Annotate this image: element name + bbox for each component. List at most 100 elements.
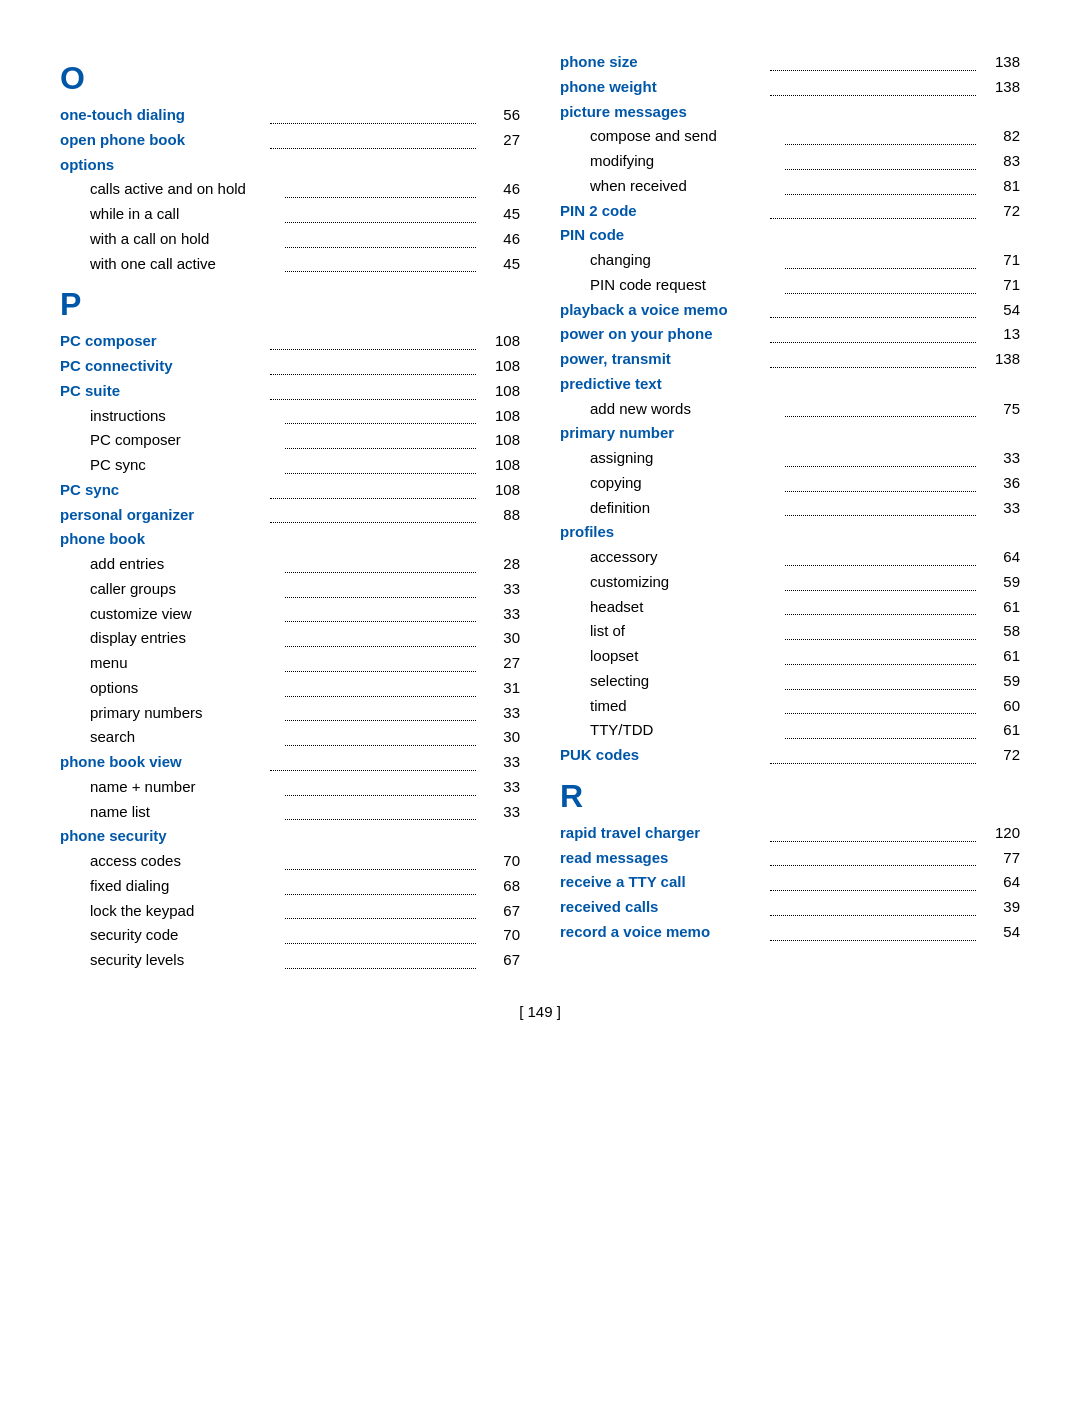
entry-page: 33 <box>480 602 520 627</box>
index-entry: accessory64 <box>560 545 1020 570</box>
index-entry: playback a voice memo54 <box>560 298 1020 323</box>
index-entry: lock the keypad67 <box>60 899 520 924</box>
entry-page: 56 <box>480 103 520 128</box>
entry-page: 72 <box>980 743 1020 768</box>
entry-label: definition <box>560 496 781 521</box>
index-entry: calls active and on hold 46 <box>60 177 520 202</box>
entry-dots <box>270 478 476 499</box>
entry-page: 46 <box>480 177 520 202</box>
index-entry: personal organizer88 <box>60 503 520 528</box>
entry-label: name list <box>60 800 281 825</box>
entry-dots <box>770 75 976 96</box>
entry-label: add entries <box>60 552 281 577</box>
entry-page: 58 <box>980 619 1020 644</box>
entry-dots <box>270 503 476 524</box>
entry-label: PIN code request <box>560 273 781 298</box>
entry-page: 71 <box>980 248 1020 273</box>
entry-label: PC connectivity <box>60 354 266 379</box>
index-entry: security code70 <box>60 923 520 948</box>
entry-label: security levels <box>60 948 281 973</box>
entry-label: PC sync <box>60 478 266 503</box>
entry-label: calls active and on hold <box>60 177 281 202</box>
index-entry: search30 <box>60 725 520 750</box>
entry-label: with one call active <box>60 252 281 277</box>
entry-dots <box>285 252 476 273</box>
entry-dots <box>770 347 976 368</box>
left-column: Oone-touch dialing56open phone book27opt… <box>60 50 520 973</box>
index-entry: receive a TTY call64 <box>560 870 1020 895</box>
index-entry: with one call active45 <box>60 252 520 277</box>
entry-dots <box>785 595 976 616</box>
index-entry: instructions108 <box>60 404 520 429</box>
index-entry: PIN 2 code72 <box>560 199 1020 224</box>
index-entry: selecting59 <box>560 669 1020 694</box>
entry-label: customize view <box>60 602 281 627</box>
entry-dots <box>270 329 476 350</box>
entry-dots <box>285 577 476 598</box>
entry-page: 33 <box>480 701 520 726</box>
entry-dots <box>270 379 476 400</box>
entry-page: 71 <box>980 273 1020 298</box>
entry-dots <box>285 800 476 821</box>
entry-dots <box>270 354 476 375</box>
entry-dots <box>270 750 476 771</box>
entry-page: 120 <box>980 821 1020 846</box>
entry-dots <box>285 725 476 746</box>
entry-dots <box>285 874 476 895</box>
entry-label: primary number <box>560 421 1020 446</box>
entry-dots <box>285 701 476 722</box>
index-entry: read messages77 <box>560 846 1020 871</box>
entry-page: 60 <box>980 694 1020 719</box>
entry-label: TTY/TDD <box>560 718 781 743</box>
entry-label: lock the keypad <box>60 899 281 924</box>
entry-page: 67 <box>480 948 520 973</box>
entry-label: add new words <box>560 397 781 422</box>
entry-page: 27 <box>480 651 520 676</box>
right-column: phone size138phone weight138picture mess… <box>560 50 1020 973</box>
entry-dots <box>785 545 976 566</box>
entry-page: 138 <box>980 347 1020 372</box>
page-layout: Oone-touch dialing56open phone book27opt… <box>60 50 1020 973</box>
entry-page: 88 <box>480 503 520 528</box>
section-letter-r: R <box>560 778 1020 815</box>
entry-dots <box>785 174 976 195</box>
entry-dots <box>770 895 976 916</box>
entry-label: received calls <box>560 895 766 920</box>
entry-page: 31 <box>480 676 520 701</box>
index-entry: PC sync108 <box>60 478 520 503</box>
entry-dots <box>285 775 476 796</box>
entry-dots <box>785 149 976 170</box>
entry-dots <box>785 570 976 591</box>
entry-dots <box>770 743 976 764</box>
entry-label: receive a TTY call <box>560 870 766 895</box>
entry-page: 33 <box>480 800 520 825</box>
entry-dots <box>770 846 976 867</box>
entry-label: modifying <box>560 149 781 174</box>
index-entry: PIN code request 71 <box>560 273 1020 298</box>
entry-page: 64 <box>980 545 1020 570</box>
entry-dots <box>770 821 976 842</box>
entry-page: 108 <box>480 354 520 379</box>
entry-dots <box>785 397 976 418</box>
entry-page: 61 <box>980 718 1020 743</box>
entry-page: 61 <box>980 644 1020 669</box>
index-entry: power, transmit138 <box>560 347 1020 372</box>
index-entry: PC sync108 <box>60 453 520 478</box>
entry-label: access codes <box>60 849 281 874</box>
index-entry: menu27 <box>60 651 520 676</box>
index-entry: fixed dialing68 <box>60 874 520 899</box>
entry-dots <box>785 694 976 715</box>
index-entry: list of58 <box>560 619 1020 644</box>
entry-dots <box>285 676 476 697</box>
index-entry: PUK codes72 <box>560 743 1020 768</box>
entry-page: 61 <box>980 595 1020 620</box>
index-entry: security levels 67 <box>60 948 520 973</box>
entry-label: primary numbers <box>60 701 281 726</box>
index-entry: while in a call45 <box>60 202 520 227</box>
section-letter-o: O <box>60 60 520 97</box>
entry-dots <box>785 619 976 640</box>
entry-label: while in a call <box>60 202 281 227</box>
entry-dots <box>285 899 476 920</box>
index-entry: when received81 <box>560 174 1020 199</box>
index-entry: record a voice memo54 <box>560 920 1020 945</box>
